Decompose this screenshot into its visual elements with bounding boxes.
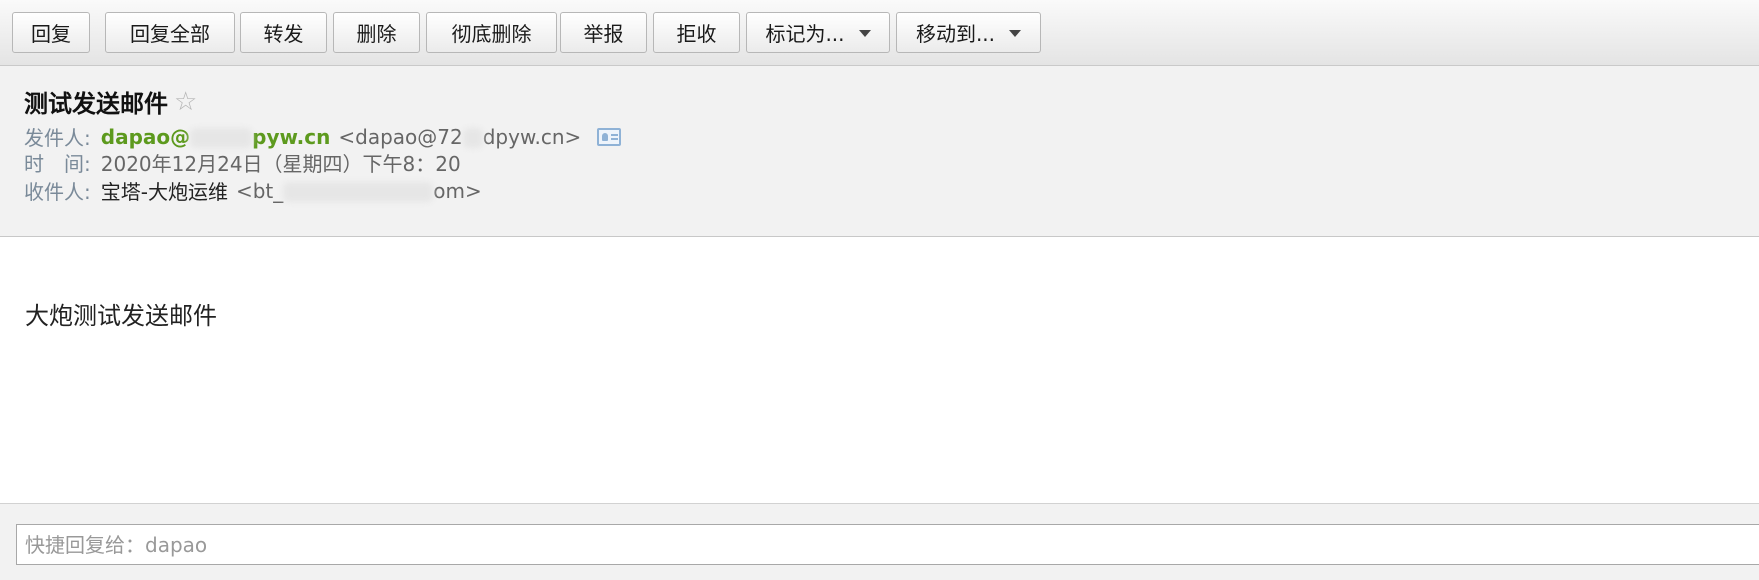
quick-reply-input[interactable] <box>16 524 1759 565</box>
sender-row: 发件人: dapao@ pyw.cn <dapao@72 dpyw.cn> <box>24 122 622 151</box>
star-icon[interactable]: ☆ <box>174 89 197 115</box>
sender-name-start: dapao@ <box>100 124 191 149</box>
recipient-name[interactable]: 宝塔-大炮运维 <box>101 176 228 205</box>
redacted-text <box>283 182 434 202</box>
redacted-text <box>190 128 253 148</box>
delete-button[interactable]: 删除 <box>333 12 420 53</box>
forward-button-label: 转发 <box>263 22 304 46</box>
redacted-text <box>462 128 483 148</box>
reject-button[interactable]: 拒收 <box>653 12 740 53</box>
subject-row: 测试发送邮件 ☆ <box>24 84 197 119</box>
chevron-down-icon <box>858 30 871 37</box>
delete-button-label: 删除 <box>356 22 397 46</box>
sender-name-end: pyw.cn <box>252 124 331 149</box>
contact-card-icon[interactable] <box>597 127 622 146</box>
message-subject: 测试发送邮件 <box>24 90 168 118</box>
recipient-label: 收件人: <box>24 180 91 204</box>
quick-reply-area <box>0 503 1759 580</box>
time-label: 时 间: <box>24 152 91 176</box>
mail-reader: 回复 回复全部 转发 删除 彻底删除 举报 拒收 标记为... 移动到... 测… <box>0 0 1759 580</box>
sender-address-end: dpyw.cn> <box>482 124 582 149</box>
reply-button[interactable]: 回复 <box>12 12 90 53</box>
delete-permanently-button[interactable]: 彻底删除 <box>426 12 557 53</box>
sender-label: 发件人: <box>24 126 91 150</box>
move-to-dropdown-label: 移动到... <box>915 22 996 46</box>
recipient-address-start: <bt_ <box>235 178 284 203</box>
sender-address-start: <dapao@72 <box>338 124 463 149</box>
reject-button-label: 拒收 <box>676 22 717 46</box>
recipient-address-end: om> <box>433 178 482 203</box>
sender-address: <dapao@72 dpyw.cn> <box>338 125 581 149</box>
mark-as-dropdown[interactable]: 标记为... <box>746 12 890 53</box>
message-body: 大炮测试发送邮件 <box>25 302 217 330</box>
reply-button-label: 回复 <box>31 22 71 46</box>
chevron-down-icon <box>1009 30 1022 37</box>
recipient-row: 收件人: 宝塔-大炮运维 <bt_ om> <box>24 176 482 205</box>
sender-name[interactable]: dapao@ pyw.cn <box>101 125 331 149</box>
message-header: 测试发送邮件 ☆ 发件人: dapao@ pyw.cn <dapao@72 dpyw… <box>0 66 1759 237</box>
delete-permanently-button-label: 彻底删除 <box>451 22 532 46</box>
forward-button[interactable]: 转发 <box>240 12 327 53</box>
time-row: 时 间: 2020年12月24日（星期四）下午8：20 <box>24 148 461 177</box>
report-button[interactable]: 举报 <box>560 12 647 53</box>
report-button-label: 举报 <box>583 22 624 46</box>
reply-all-button[interactable]: 回复全部 <box>105 12 235 53</box>
mark-as-dropdown-label: 标记为... <box>765 22 845 46</box>
time-value: 2020年12月24日（星期四）下午8：20 <box>100 152 461 176</box>
recipient-address: <bt_ om> <box>236 179 482 203</box>
reply-all-button-label: 回复全部 <box>130 22 210 46</box>
toolbar: 回复 回复全部 转发 删除 彻底删除 举报 拒收 标记为... 移动到... <box>0 0 1759 66</box>
move-to-dropdown[interactable]: 移动到... <box>896 12 1041 53</box>
